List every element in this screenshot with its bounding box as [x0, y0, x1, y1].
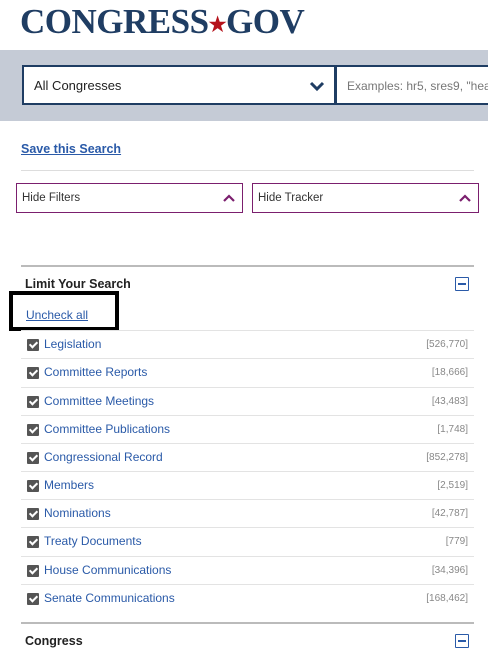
filter-item-count: [18,666] — [431, 367, 468, 378]
filter-item-count: [1,748] — [437, 424, 468, 435]
checkbox[interactable] — [27, 424, 39, 436]
checkbox[interactable] — [27, 339, 39, 351]
filter-item-nominations[interactable]: Nominations [42,787] — [21, 499, 474, 527]
filter-item-committee-meetings[interactable]: Committee Meetings [43,483] — [21, 387, 474, 415]
logo-star-icon: ★ — [208, 13, 227, 36]
chevron-down-icon — [309, 81, 325, 92]
filter-item-committee-reports[interactable]: Committee Reports [18,666] — [21, 358, 474, 386]
congress-select-value: All Congresses — [34, 78, 122, 93]
filter-item-label[interactable]: Nominations — [44, 506, 111, 520]
checkbox[interactable] — [27, 536, 39, 548]
filter-item-committee-publications[interactable]: Committee Publications [1,748] — [21, 415, 474, 443]
filter-item-legislation[interactable]: Legislation [526,770] — [21, 330, 474, 358]
filter-item-members[interactable]: Members [2,519] — [21, 471, 474, 499]
filter-item-label[interactable]: Committee Publications — [44, 422, 170, 436]
checkbox[interactable] — [27, 480, 39, 492]
filter-item-count: [526,770] — [426, 339, 468, 350]
chevron-up-icon — [223, 194, 235, 202]
filter-item-count: [779] — [445, 536, 468, 547]
search-input[interactable]: Examples: hr5, sres9, "health care" — [336, 65, 488, 105]
filter-item-label[interactable]: Committee Reports — [44, 365, 147, 379]
congress-panel-border — [21, 622, 474, 624]
checkbox[interactable] — [27, 565, 39, 577]
logo-text: CONGRESS — [20, 2, 209, 41]
filter-item-count: [43,483] — [431, 396, 468, 407]
collapse-congress-panel-icon[interactable] — [455, 634, 469, 648]
filter-item-house-communications[interactable]: House Communications [34,396] — [21, 556, 474, 584]
limit-panel-title: Limit Your Search — [25, 277, 131, 291]
filter-item-label[interactable]: Members — [44, 478, 94, 492]
filter-item-label[interactable]: Treaty Documents — [44, 534, 142, 548]
filter-item-congressional-record[interactable]: Congressional Record [852,278] — [21, 443, 474, 471]
checkbox[interactable] — [27, 593, 39, 605]
filter-item-label[interactable]: Legislation — [44, 337, 101, 351]
filter-item-treaty-documents[interactable]: Treaty Documents [779] — [21, 527, 474, 555]
collapse-limit-panel-icon[interactable] — [455, 277, 469, 291]
hide-filters-label: Hide Filters — [22, 192, 81, 204]
checkbox[interactable] — [27, 396, 39, 408]
filter-item-label[interactable]: House Communications — [44, 563, 171, 577]
congress-gov-logo[interactable]: CONGRESS★GOV — [20, 2, 305, 42]
limit-panel-border — [21, 265, 474, 267]
hide-tracker-button[interactable]: Hide Tracker — [252, 183, 479, 213]
filter-item-senate-communications[interactable]: Senate Communications [168,462] — [21, 584, 474, 612]
filter-item-label[interactable]: Committee Meetings — [44, 394, 154, 408]
filter-item-count: [2,519] — [437, 480, 468, 491]
checkbox[interactable] — [27, 452, 39, 464]
filter-item-count: [34,396] — [431, 565, 468, 576]
hide-tracker-label: Hide Tracker — [258, 192, 324, 204]
divider — [21, 170, 474, 171]
save-search-link[interactable]: Save this Search — [21, 142, 121, 156]
filter-item-count: [168,462] — [426, 593, 468, 604]
search-bar: All Congresses Examples: hr5, sres9, "he… — [0, 50, 488, 121]
search-input-placeholder: Examples: hr5, sres9, "health care" — [347, 79, 488, 93]
filter-item-label[interactable]: Senate Communications — [44, 591, 175, 605]
filter-item-count: [42,787] — [431, 508, 468, 519]
logo-suffix: GOV — [226, 2, 305, 41]
checkbox[interactable] — [27, 508, 39, 520]
congress-panel-title: Congress — [25, 634, 83, 648]
hide-filters-button[interactable]: Hide Filters — [16, 183, 243, 213]
filter-item-count: [852,278] — [426, 452, 468, 463]
uncheck-all-link[interactable]: Uncheck all — [26, 308, 88, 322]
congress-select[interactable]: All Congresses — [22, 65, 336, 105]
filter-item-label[interactable]: Congressional Record — [44, 450, 163, 464]
checkbox[interactable] — [27, 367, 39, 379]
chevron-up-icon — [459, 194, 471, 202]
